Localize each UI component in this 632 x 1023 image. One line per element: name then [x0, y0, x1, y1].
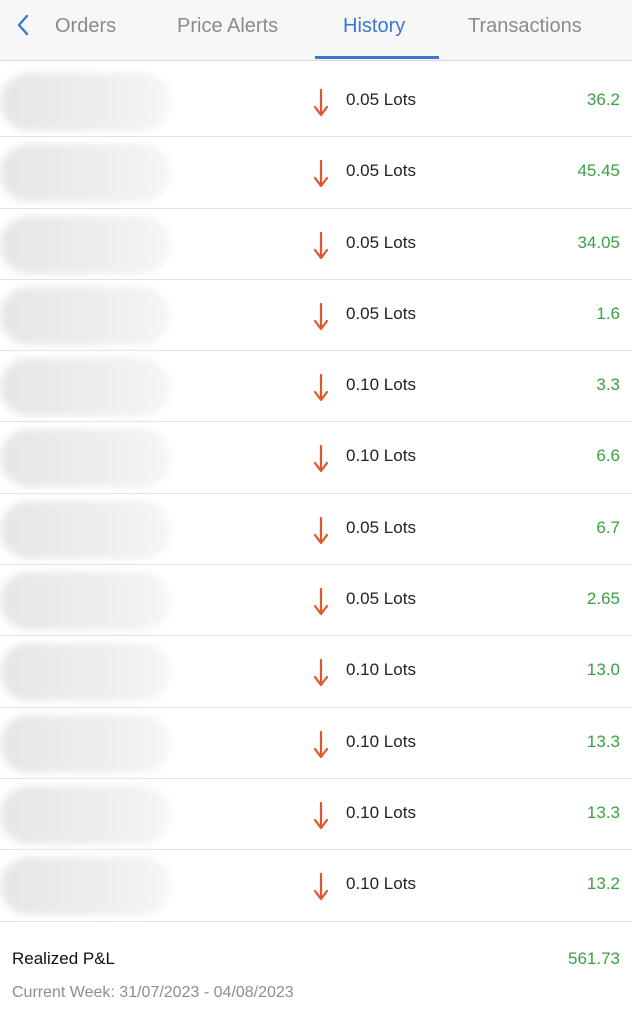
blurred-symbol [0, 714, 170, 773]
profit-value: 6.7 [596, 517, 620, 537]
lot-size: 0.05 Lots [346, 90, 416, 109]
profit-value: 45.45 [577, 161, 620, 181]
profit-value: 1.6 [596, 303, 620, 323]
blurred-symbol [0, 857, 170, 916]
realized-pnl-value: 561.73 [568, 949, 620, 968]
profit-value: 13.3 [586, 802, 620, 822]
lot-size: 0.05 Lots [346, 517, 416, 537]
blurred-symbol [0, 572, 170, 631]
realized-pnl-label: Realized P&L [12, 949, 116, 968]
arrow-down-icon [313, 88, 329, 118]
tab-orders[interactable]: Orders [55, 11, 116, 41]
period-label: Current Week: 31/07/2023 - 04/08/2023 [12, 984, 294, 1001]
lot-size: 0.05 Lots [346, 303, 416, 323]
arrow-down-icon [313, 159, 329, 189]
profit-value: 13.0 [586, 660, 620, 680]
history-row[interactable]: 0.10 Lots 13.3 [0, 708, 632, 779]
history-row[interactable]: 0.05 Lots 2.65 [0, 565, 632, 637]
blurred-symbol [0, 215, 170, 274]
arrow-down-icon [313, 872, 329, 902]
history-row[interactable]: 0.05 Lots 36.2 [0, 66, 632, 138]
blurred-symbol [0, 643, 170, 702]
lot-size: 0.05 Lots [346, 161, 416, 181]
history-row[interactable]: 0.05 Lots 34.05 [0, 209, 632, 280]
lot-size: 0.10 Lots [346, 660, 416, 680]
history-row[interactable]: 0.10 Lots 6.6 [0, 422, 632, 494]
profit-value: 34.05 [577, 232, 620, 252]
chevron-left-icon[interactable] [8, 8, 38, 42]
profit-value: 13.3 [586, 731, 620, 751]
lot-size: 0.10 Lots [346, 375, 416, 395]
blurred-symbol [0, 144, 170, 203]
history-row[interactable]: 0.05 Lots 45.45 [0, 137, 632, 209]
arrow-down-icon [313, 231, 329, 261]
profit-value: 2.65 [586, 589, 620, 609]
history-row[interactable]: 0.10 Lots 13.3 [0, 779, 632, 851]
history-row[interactable]: 0.05 Lots 6.7 [0, 494, 632, 566]
arrow-down-icon [313, 658, 329, 688]
arrow-down-icon [313, 516, 329, 546]
lot-size: 0.10 Lots [346, 874, 416, 894]
tab-price-alerts[interactable]: Price Alerts [177, 11, 278, 41]
profit-value: 3.3 [596, 375, 620, 395]
tab-bar: Orders Price Alerts History Transactions [0, 0, 632, 61]
lot-size: 0.10 Lots [346, 802, 416, 822]
profit-value: 13.2 [586, 874, 620, 894]
profit-value: 6.6 [596, 446, 620, 466]
arrow-down-icon [313, 444, 329, 474]
tab-transactions[interactable]: Transactions [468, 11, 582, 41]
summary-footer: Realized P&L 561.73 Current Week: 31/07/… [0, 940, 632, 1023]
history-row[interactable]: 0.10 Lots 3.3 [0, 351, 632, 423]
history-row[interactable]: 0.10 Lots 13.2 [0, 850, 632, 922]
blurred-symbol [0, 286, 170, 345]
lot-size: 0.05 Lots [346, 589, 416, 609]
blurred-symbol [0, 500, 170, 559]
blurred-symbol [0, 73, 170, 131]
arrow-down-icon [313, 801, 329, 831]
tab-history[interactable]: History [343, 11, 405, 41]
blurred-symbol [0, 785, 170, 844]
arrow-down-icon [313, 730, 329, 760]
blurred-symbol [0, 429, 170, 488]
history-list: 0.05 Lots 36.2 0.05 Lots 45.45 0.05 Lots 34.0… [0, 66, 632, 922]
lot-size: 0.10 Lots [346, 446, 416, 466]
arrow-down-icon [313, 302, 329, 332]
lot-size: 0.10 Lots [346, 731, 416, 751]
arrow-down-icon [313, 587, 329, 617]
blurred-symbol [0, 358, 170, 417]
lot-size: 0.05 Lots [346, 232, 416, 252]
profit-value: 36.2 [586, 90, 620, 109]
history-row[interactable]: 0.10 Lots 13.0 [0, 636, 632, 708]
active-tab-indicator [315, 56, 439, 59]
history-row[interactable]: 0.05 Lots 1.6 [0, 280, 632, 352]
arrow-down-icon [313, 373, 329, 403]
